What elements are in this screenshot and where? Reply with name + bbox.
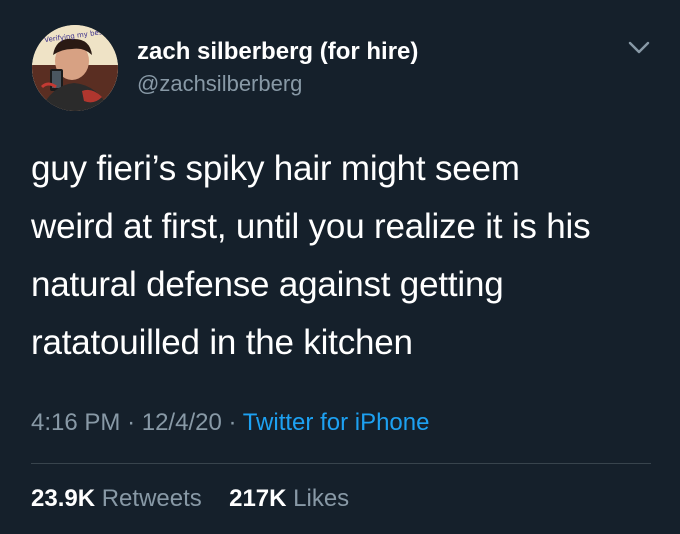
tweet-meta: 4:16 PM · 12/4/20 · Twitter for iPhone [31,408,429,438]
tweet-card: Verifying my best zach silberberg (for h… [0,0,680,534]
tweet-stats: 23.9K Retweets 217K Likes [31,484,349,514]
divider [31,463,651,464]
retweets-label: Retweets [101,485,202,512]
author-display-name[interactable]: zach silberberg (for hire) [137,38,418,66]
retweets-count: 23.9K [31,485,96,512]
tweet-date[interactable]: 12/4/20 [142,409,222,436]
avatar[interactable]: Verifying my best [32,25,118,111]
retweets-stat[interactable]: 23.9K Retweets [31,485,208,512]
tweet-time[interactable]: 4:16 PM [31,409,120,436]
chevron-down-icon[interactable] [625,38,653,58]
likes-count: 217K [229,485,287,512]
tweet-text: guy fieri’s spiky hair might seem weird … [31,140,661,372]
likes-stat[interactable]: 217K Likes [222,485,349,512]
tweet-text-line: ratatouilled in the kitchen [31,323,413,362]
author-handle[interactable]: @zachsilberberg [137,71,302,97]
tweet-text-line: natural defense against getting [31,265,504,304]
likes-label: Likes [293,485,350,512]
avatar-image: Verifying my best [32,25,118,111]
meta-separator: · [127,409,136,436]
tweet-text-line: weird at first, until you realize it is … [31,207,591,246]
tweet-text-line: guy fieri’s spiky hair might seem [31,149,520,188]
meta-separator: · [228,409,237,436]
tweet-source-link[interactable]: Twitter for iPhone [243,409,430,436]
